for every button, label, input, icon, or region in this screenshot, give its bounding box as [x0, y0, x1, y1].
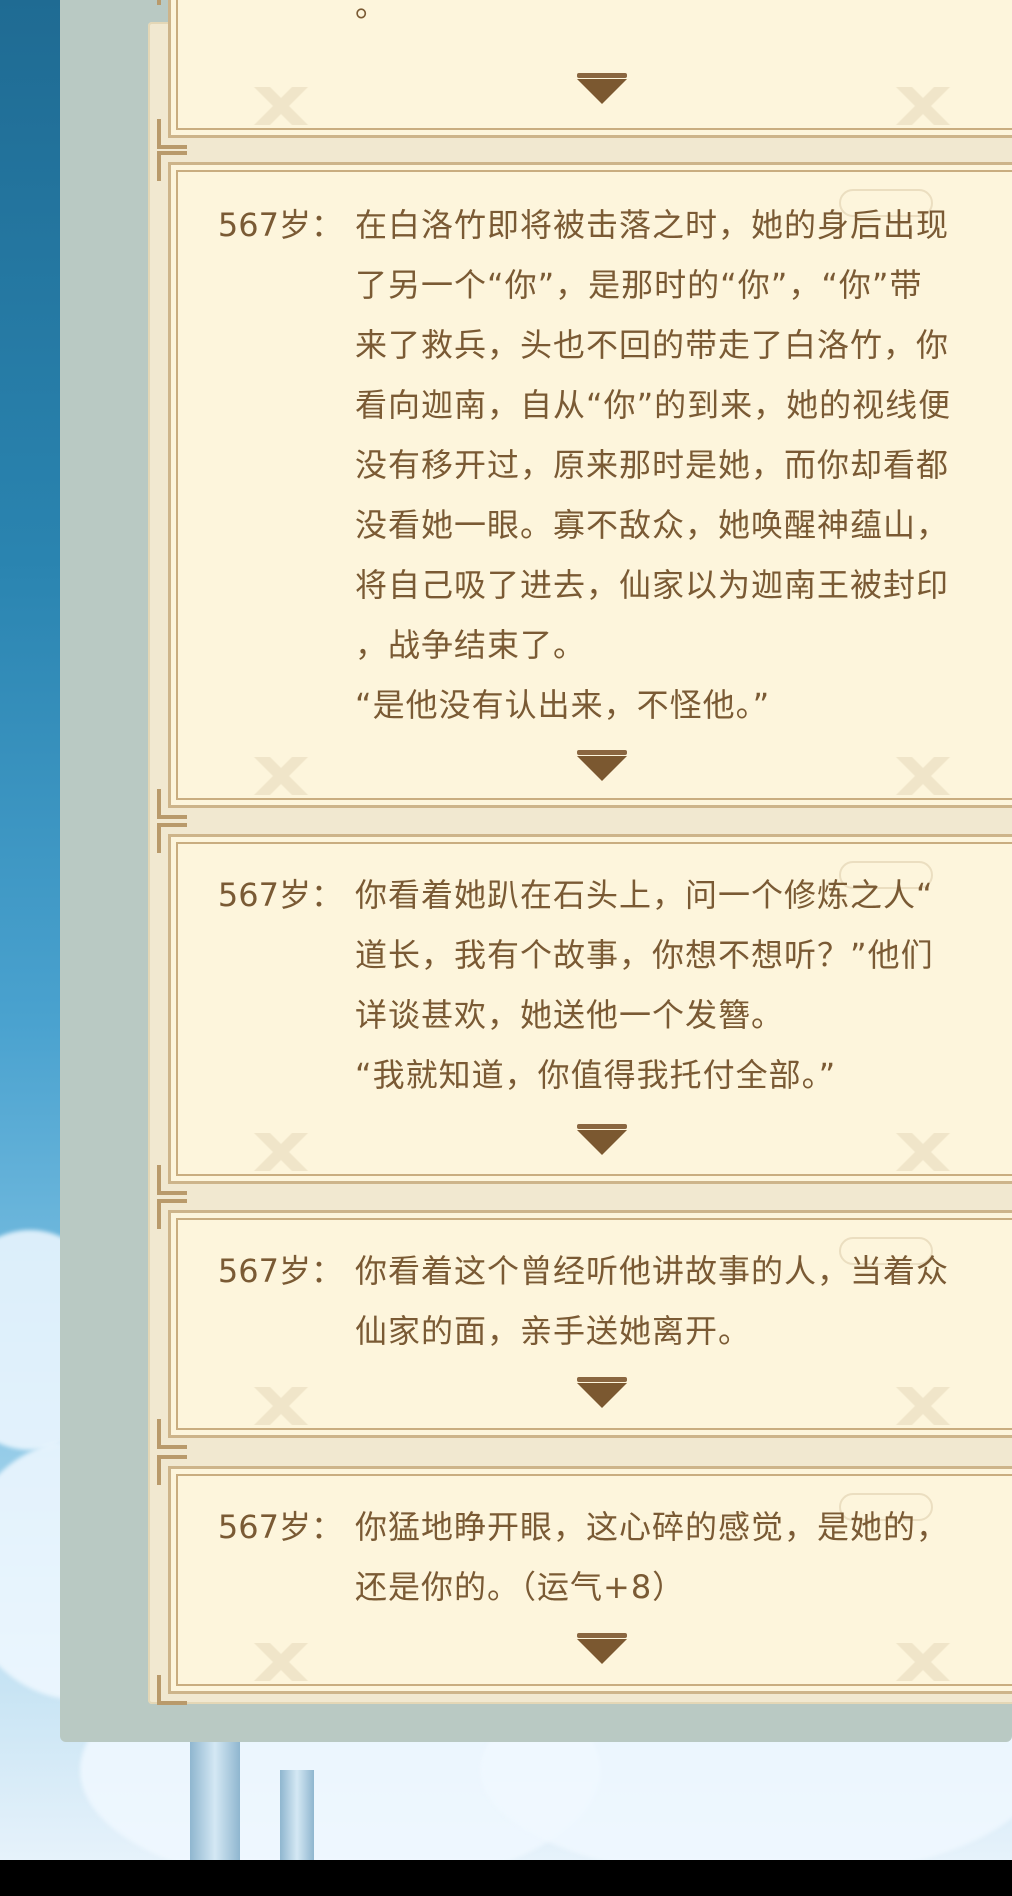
mountain-decoration	[211, 87, 351, 125]
log-text: 你猛地睁开眼，这心碎的感觉，是她的， 还是你的。（运气+8）	[355, 1497, 1003, 1617]
log-text-line: 在白洛竹即将被击落之时，她的身后出现	[355, 206, 950, 244]
expand-arrow-icon[interactable]	[577, 750, 627, 781]
log-text-line: 你看着她趴在石头上，问一个修炼之人“	[355, 876, 934, 914]
corner-ornament	[157, 1675, 187, 1705]
age-label: 567岁：	[217, 1508, 343, 1546]
log-entry: 567岁： 你猛地睁开眼，这心碎的感觉，是她的， 还是你的。（运气+8）	[197, 1497, 1003, 1617]
mountain-decoration	[853, 1387, 993, 1425]
age-label	[197, 0, 355, 35]
log-text-line: “是他没有认出来，不怪他。”	[355, 686, 771, 724]
log-text-line: “我就知道，你值得我托付全部。”	[355, 1056, 837, 1094]
log-entry: 567岁： 你看着这个曾经听他讲故事的人，当着众 仙家的面，亲手送她离开。	[197, 1241, 1003, 1361]
mountain-decoration	[853, 1643, 993, 1681]
mountain-decoration	[853, 1133, 993, 1171]
log-text-line: 你猛地睁开眼，这心碎的感觉，是她的，	[355, 1508, 950, 1546]
expand-arrow-icon[interactable]	[577, 1377, 627, 1408]
log-card[interactable]: 567岁： 你猛地睁开眼，这心碎的感觉，是她的， 还是你的。（运气+8）	[157, 1455, 1012, 1705]
log-card[interactable]: 567岁： 你看着这个曾经听他讲故事的人，当着众 仙家的面，亲手送她离开。	[157, 1199, 1012, 1449]
age-label: 567岁：	[217, 206, 343, 244]
corner-ornament	[157, 789, 187, 819]
corner-ornament	[157, 1419, 187, 1449]
log-text-line: 没看她一眼。寡不敌众，她唤醒神蕴山，	[355, 506, 950, 544]
bottom-bar	[0, 1860, 1012, 1896]
log-text-line: 还是你的。（运气+8）	[355, 1568, 686, 1606]
age-label: 567岁：	[217, 1252, 343, 1290]
corner-ornament	[157, 1165, 187, 1195]
log-card[interactable]: 567岁： 在白洛竹即将被击落之时，她的身后出现 了另一个“你”，是那时的“你”…	[157, 151, 1012, 819]
log-entry: 。	[197, 0, 1003, 35]
mountain-decoration	[853, 87, 993, 125]
mountain-decoration	[211, 1133, 351, 1171]
log-entry: 567岁： 你看着她趴在石头上，问一个修炼之人“ 道长，我有个故事，你想不想听？…	[197, 865, 1003, 1105]
log-text: 你看着这个曾经听他讲故事的人，当着众 仙家的面，亲手送她离开。	[355, 1241, 1003, 1361]
stone-pillar	[280, 1770, 314, 1860]
log-entry: 567岁： 在白洛竹即将被击落之时，她的身后出现 了另一个“你”，是那时的“你”…	[197, 195, 1003, 735]
mountain-decoration	[853, 757, 993, 795]
mountain-decoration	[211, 757, 351, 795]
log-text-line: 详谈甚欢，她送他一个发簪。	[355, 996, 785, 1034]
stone-pillar	[190, 1740, 240, 1860]
log-text-line: 看向迦南，自从“你”的到来，她的视线便	[355, 386, 952, 424]
expand-arrow-icon[interactable]	[577, 1124, 627, 1155]
log-text-line: 仙家的面，亲手送她离开。	[355, 1312, 752, 1350]
life-log-panel[interactable]: 。 567岁： 在白洛竹即将被击落之时，她的身后出现 了另一个“你”，是那时的“…	[60, 0, 1012, 1742]
log-card[interactable]: 。	[157, 0, 1012, 149]
log-text-line: 了另一个“你”，是那时的“你”，“你”带	[355, 266, 923, 304]
log-text-line: ，战争结束了。	[355, 626, 587, 664]
log-text-line: 将自己吸了进去，仙家以为迦南王被封印	[355, 566, 950, 604]
corner-ornament	[157, 119, 187, 149]
log-text-line: 。	[355, 0, 389, 24]
log-text: 在白洛竹即将被击落之时，她的身后出现 了另一个“你”，是那时的“你”，“你”带 …	[355, 195, 1003, 735]
log-text-line: 你看着这个曾经听他讲故事的人，当着众	[355, 1252, 950, 1290]
expand-arrow-icon[interactable]	[577, 73, 627, 104]
log-text-line: 道长，我有个故事，你想不想听？”他们	[355, 936, 934, 974]
mountain-decoration	[211, 1643, 351, 1681]
log-text-line: 没有移开过，原来那时是她，而你却看都	[355, 446, 950, 484]
age-label: 567岁：	[217, 876, 343, 914]
log-text-line: 来了救兵，头也不回的带走了白洛竹，你	[355, 326, 950, 364]
mountain-decoration	[211, 1387, 351, 1425]
expand-arrow-icon[interactable]	[577, 1633, 627, 1664]
log-card[interactable]: 567岁： 你看着她趴在石头上，问一个修炼之人“ 道长，我有个故事，你想不想听？…	[157, 823, 1012, 1195]
log-text: 。	[355, 0, 1003, 35]
log-text: 你看着她趴在石头上，问一个修炼之人“ 道长，我有个故事，你想不想听？”他们 详谈…	[355, 865, 1003, 1105]
